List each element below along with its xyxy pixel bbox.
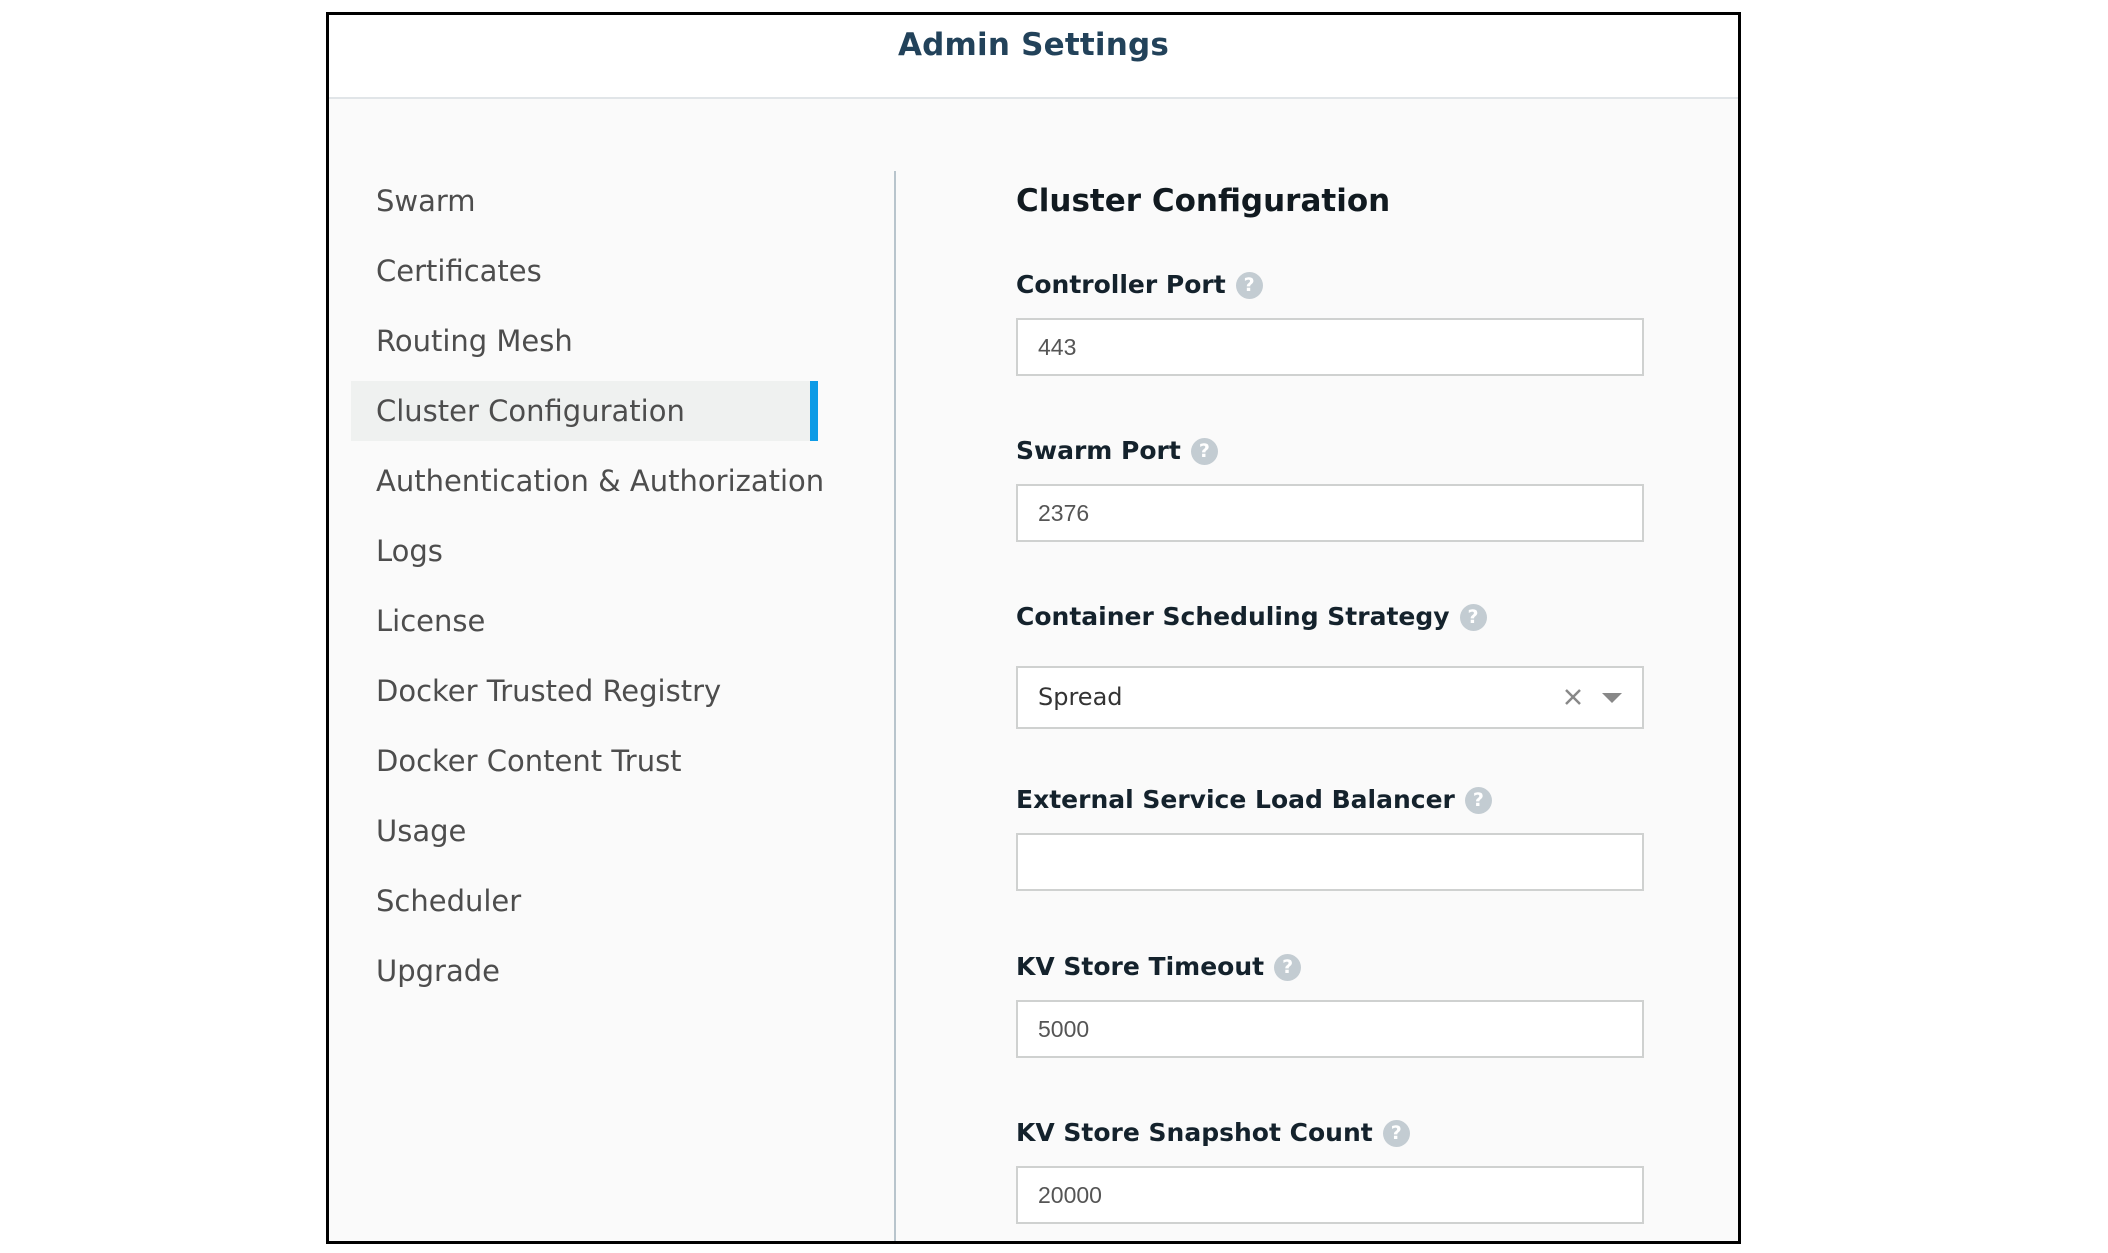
field-label: External Service Load Balancer ? <box>1016 783 1644 817</box>
swarm-port-label: Swarm Port <box>1016 436 1181 465</box>
external-lb-input[interactable] <box>1016 833 1644 891</box>
field-label: Container Scheduling Strategy ? <box>1016 600 1644 634</box>
page-title: Admin Settings <box>897 27 1170 63</box>
settings-sidebar: Swarm Certificates Routing Mesh Cluster … <box>351 171 825 1011</box>
kv-snapshot-count-field: KV Store Snapshot Count ? <box>1016 1116 1644 1224</box>
sidebar-item-label: Cluster Configuration <box>376 394 685 428</box>
scheduling-strategy-field: Container Scheduling Strategy ? Spread <box>1016 600 1644 729</box>
sidebar-item-label: Authentication & Authorization <box>376 464 825 498</box>
sidebar-item-upgrade[interactable]: Upgrade <box>351 941 821 1001</box>
active-indicator <box>810 381 818 441</box>
sidebar-item-license[interactable]: License <box>351 591 821 651</box>
sidebar-item-label: Certificates <box>376 254 542 288</box>
admin-settings-window: Admin Settings Swarm Certificates Routin… <box>326 12 1741 1244</box>
external-lb-label: External Service Load Balancer <box>1016 785 1455 814</box>
field-label: KV Store Timeout ? <box>1016 950 1644 984</box>
sidebar-item-label: Docker Content Trust <box>376 744 682 778</box>
sidebar-item-label: License <box>376 604 486 638</box>
help-icon[interactable]: ? <box>1459 603 1487 631</box>
help-icon[interactable]: ? <box>1235 271 1263 299</box>
kv-timeout-label: KV Store Timeout <box>1016 952 1265 981</box>
swarm-port-input[interactable] <box>1016 484 1644 542</box>
sidebar-item-label: Routing Mesh <box>376 324 573 358</box>
scheduling-strategy-label: Container Scheduling Strategy <box>1016 602 1450 631</box>
controller-port-input[interactable] <box>1016 318 1644 376</box>
close-x-icon[interactable] <box>1560 684 1586 710</box>
select-value: Spread <box>1038 683 1123 711</box>
sidebar-item-label: Scheduler <box>376 884 522 918</box>
sidebar-item-label: Swarm <box>376 184 476 218</box>
kv-timeout-field: KV Store Timeout ? <box>1016 950 1644 1058</box>
field-label: Swarm Port ? <box>1016 434 1644 468</box>
field-label: KV Store Snapshot Count ? <box>1016 1116 1644 1150</box>
swarm-port-field: Swarm Port ? <box>1016 434 1644 542</box>
section-title: Cluster Configuration <box>1016 183 1391 219</box>
page-header: Admin Settings <box>329 15 1738 99</box>
sidebar-item-certificates[interactable]: Certificates <box>351 241 821 301</box>
sidebar-item-usage[interactable]: Usage <box>351 801 821 861</box>
sidebar-item-cluster-configuration[interactable]: Cluster Configuration <box>351 381 818 441</box>
kv-snapshot-count-label: KV Store Snapshot Count <box>1016 1118 1373 1147</box>
help-icon[interactable]: ? <box>1382 1119 1410 1147</box>
help-icon[interactable]: ? <box>1464 786 1492 814</box>
sidebar-item-label: Upgrade <box>376 954 500 988</box>
kv-timeout-input[interactable] <box>1016 1000 1644 1058</box>
controller-port-label: Controller Port <box>1016 270 1226 299</box>
sidebar-item-logs[interactable]: Logs <box>351 521 821 581</box>
sidebar-item-docker-content-trust[interactable]: Docker Content Trust <box>351 731 821 791</box>
help-icon[interactable]: ? <box>1274 953 1302 981</box>
caret-down-icon[interactable] <box>1602 693 1622 703</box>
sidebar-divider <box>894 171 896 1241</box>
sidebar-item-scheduler[interactable]: Scheduler <box>351 871 821 931</box>
external-lb-field: External Service Load Balancer ? <box>1016 783 1644 891</box>
sidebar-item-label: Usage <box>376 814 467 848</box>
help-icon[interactable]: ? <box>1190 437 1218 465</box>
sidebar-item-routing-mesh[interactable]: Routing Mesh <box>351 311 821 371</box>
sidebar-item-authentication-authorization[interactable]: Authentication & Authorization <box>351 451 825 511</box>
scheduling-strategy-select[interactable]: Spread <box>1016 666 1644 729</box>
controller-port-field: Controller Port ? <box>1016 268 1644 376</box>
kv-snapshot-count-input[interactable] <box>1016 1166 1644 1224</box>
sidebar-item-label: Logs <box>376 534 443 568</box>
sidebar-item-label: Docker Trusted Registry <box>376 674 722 708</box>
field-label: Controller Port ? <box>1016 268 1644 302</box>
sidebar-item-docker-trusted-registry[interactable]: Docker Trusted Registry <box>351 661 821 721</box>
sidebar-item-swarm[interactable]: Swarm <box>351 171 821 231</box>
